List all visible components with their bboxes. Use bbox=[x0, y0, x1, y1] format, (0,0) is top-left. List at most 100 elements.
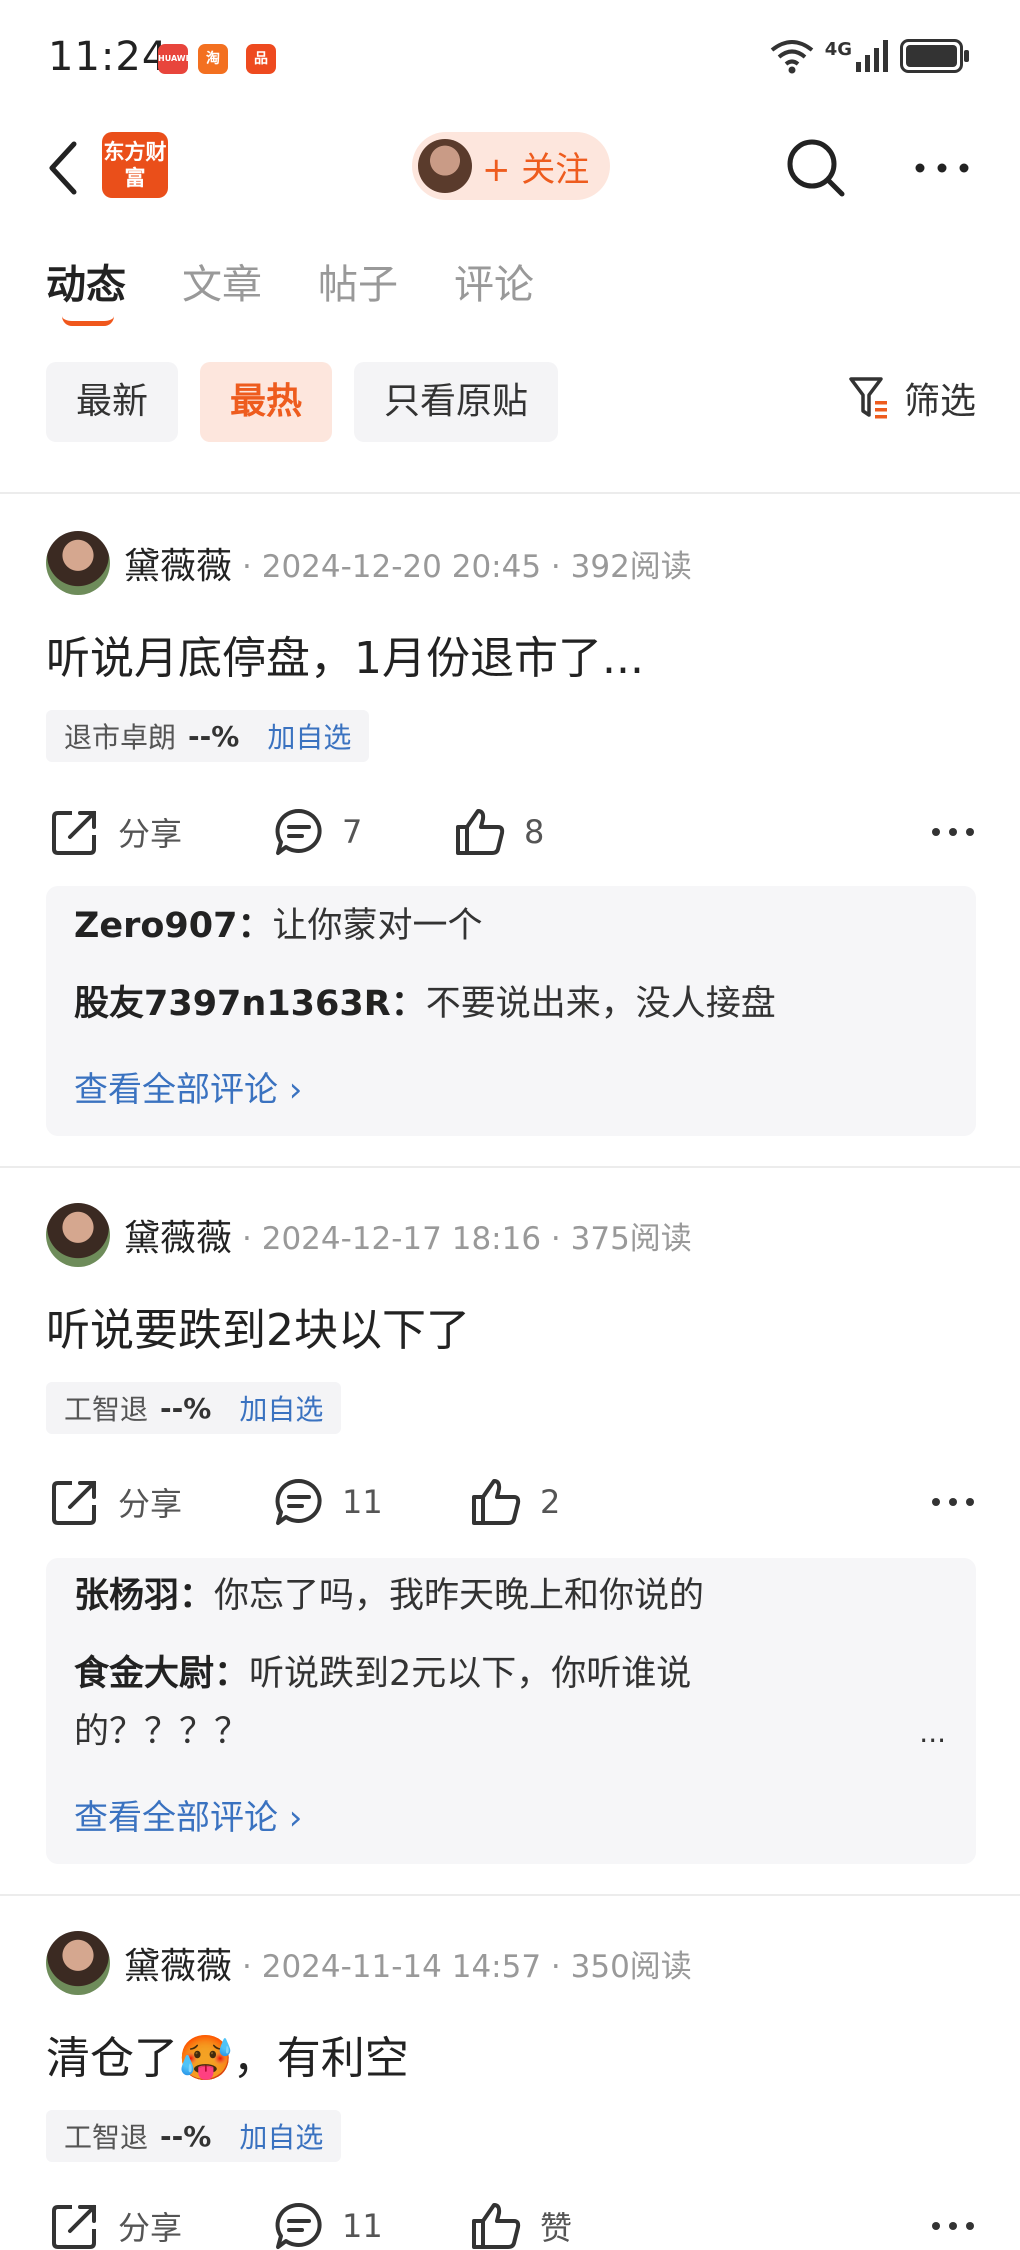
share-icon bbox=[52, 811, 96, 855]
tab-posts[interactable]: 帖子 bbox=[318, 252, 398, 310]
post-meta: · 2024-11-14 14:57 · 350阅读 bbox=[242, 1948, 692, 1985]
comment-line: Zero907：让你蒙对一个 bbox=[74, 906, 483, 946]
share-label: 分享 bbox=[118, 2209, 183, 2247]
filter-button[interactable]: 筛选 bbox=[848, 372, 976, 424]
pinduoduo-app-icon: 品 bbox=[246, 44, 276, 74]
back-arrow-icon[interactable] bbox=[44, 138, 84, 198]
share-button[interactable]: 分享 bbox=[50, 802, 182, 862]
comment-icon bbox=[275, 808, 322, 855]
post-more-icon[interactable] bbox=[930, 812, 976, 852]
comment-line: 张杨羽：你忘了吗，我昨天晚上和你说的 bbox=[74, 1576, 705, 1616]
comment-line: 股友7397n1363R：不要说出来，没人接盘 bbox=[74, 984, 776, 1024]
tab-comments[interactable]: 评论 bbox=[454, 252, 534, 310]
stock-change: --% bbox=[160, 2119, 212, 2153]
eastmoney-logo: 东方财富 bbox=[102, 132, 168, 198]
post-more-icon[interactable] bbox=[930, 2206, 976, 2246]
stock-tag[interactable]: 工智退 --% 加自选 bbox=[46, 1382, 342, 1434]
signal-icon bbox=[856, 40, 888, 72]
share-label: 分享 bbox=[118, 815, 183, 853]
author-avatar[interactable] bbox=[46, 1203, 110, 1267]
share-button[interactable]: 分享 bbox=[50, 2196, 182, 2250]
post-text[interactable]: 听说要跌到2块以下了 bbox=[46, 1294, 470, 1358]
post-more-icon[interactable] bbox=[930, 1482, 976, 1522]
post-meta: · 2024-12-20 20:45 · 392阅读 bbox=[242, 548, 692, 585]
comment-button[interactable]: 7 bbox=[274, 802, 362, 862]
comment-icon bbox=[275, 1478, 322, 1525]
network-type-label: 4G bbox=[824, 38, 852, 60]
comment-button[interactable]: 11 bbox=[274, 1472, 383, 1532]
post-meta: · 2024-12-17 18:16 · 375阅读 bbox=[242, 1220, 692, 1257]
status-time: 11:24 bbox=[48, 34, 169, 80]
comment-line: 食金大尉：听说跌到2元以下，你听谁说 bbox=[74, 1654, 692, 1694]
stock-name: 退市卓朗 bbox=[64, 721, 177, 754]
add-watchlist-button[interactable]: 加自选 bbox=[267, 716, 351, 756]
post-card[interactable]: 黛薇薇 · 2024-12-20 20:45 · 392阅读 听说月底停盘，1月… bbox=[0, 530, 1020, 1170]
post-card[interactable]: 黛薇薇 · 2024-11-14 14:57 · 350阅读 清仓了🥵，有利空 … bbox=[0, 1930, 1020, 2250]
author-avatar[interactable] bbox=[46, 531, 110, 595]
like-button[interactable]: 8 bbox=[454, 802, 544, 862]
stock-tag[interactable]: 工智退 --% 加自选 bbox=[46, 2110, 342, 2162]
user-avatar bbox=[418, 139, 472, 193]
like-count: 2 bbox=[540, 1483, 561, 1521]
stock-tag[interactable]: 退市卓朗 --% 加自选 bbox=[46, 710, 370, 762]
section-divider bbox=[0, 1894, 1020, 1896]
comment-count: 7 bbox=[342, 813, 363, 851]
post-actions: 分享 11 2 bbox=[46, 1472, 976, 1532]
follow-label: + 关注 bbox=[482, 149, 590, 190]
comment-button[interactable]: 11 bbox=[274, 2196, 383, 2250]
stock-change: --% bbox=[160, 1391, 212, 1425]
stock-name: 工智退 bbox=[64, 2121, 149, 2154]
sort-filters: 最新 最热 只看原贴 bbox=[46, 362, 559, 442]
thumbs-up-icon bbox=[456, 809, 505, 855]
comment-count: 11 bbox=[342, 1483, 383, 1521]
thumbs-up-icon bbox=[472, 1479, 521, 1525]
search-icon[interactable] bbox=[784, 136, 848, 200]
like-count: 8 bbox=[524, 813, 545, 851]
active-tab-indicator bbox=[62, 316, 114, 326]
section-divider bbox=[0, 492, 1020, 494]
share-button[interactable]: 分享 bbox=[50, 1472, 182, 1532]
view-all-comments-link[interactable]: 查看全部评论 › bbox=[74, 1790, 302, 1839]
filter-latest[interactable]: 最新 bbox=[46, 362, 179, 442]
comment-count: 11 bbox=[342, 2207, 383, 2245]
filter-label: 筛选 bbox=[903, 381, 976, 422]
like-button[interactable]: 2 bbox=[470, 1472, 560, 1532]
taobao-app-icon: 淘 bbox=[198, 44, 228, 74]
content-tabs: 动态 文章 帖子 评论 bbox=[46, 252, 534, 326]
wifi-icon bbox=[770, 40, 813, 74]
author-name[interactable]: 黛薇薇 bbox=[124, 1937, 232, 1989]
share-icon bbox=[52, 2205, 96, 2249]
post-text[interactable]: 听说月底停盘，1月份退市了... bbox=[46, 622, 644, 686]
comment-icon bbox=[275, 2202, 322, 2249]
like-button[interactable]: 赞 bbox=[470, 2196, 572, 2250]
view-all-comments-link[interactable]: 查看全部评论 › bbox=[74, 1062, 302, 1111]
share-icon bbox=[52, 1481, 96, 1525]
follow-button[interactable]: + 关注 bbox=[412, 132, 610, 200]
comment-line: 的？？？？ bbox=[74, 1712, 250, 1752]
stock-name: 工智退 bbox=[64, 1393, 149, 1426]
post-text[interactable]: 清仓了🥵，有利空 bbox=[46, 2022, 409, 2086]
filter-icon bbox=[849, 377, 887, 419]
add-watchlist-button[interactable]: 加自选 bbox=[239, 2116, 323, 2156]
post-actions: 分享 11 赞 bbox=[46, 2196, 976, 2250]
stock-change: --% bbox=[188, 719, 240, 753]
thumbs-up-icon bbox=[472, 2203, 521, 2249]
add-watchlist-button[interactable]: 加自选 bbox=[239, 1388, 323, 1428]
huawei-app-icon: HUAWEI bbox=[158, 44, 194, 74]
author-avatar[interactable] bbox=[46, 1931, 110, 1995]
share-label: 分享 bbox=[118, 1485, 183, 1523]
status-bar: 11:24 HUAWEI 淘 品 4G bbox=[0, 0, 1020, 118]
author-name[interactable]: 黛薇薇 bbox=[124, 537, 232, 589]
author-name[interactable]: 黛薇薇 bbox=[124, 1209, 232, 1261]
filter-original-only[interactable]: 只看原贴 bbox=[354, 362, 559, 442]
more-options-icon[interactable] bbox=[912, 148, 972, 188]
post-actions: 分享 7 8 bbox=[46, 802, 976, 862]
filter-hottest[interactable]: 最热 bbox=[200, 362, 333, 442]
post-card[interactable]: 黛薇薇 · 2024-12-17 18:16 · 375阅读 听说要跌到2块以下… bbox=[0, 1202, 1020, 1864]
comment-preview[interactable]: Zero907：让你蒙对一个 股友7397n1363R：不要说出来，没人接盘 查… bbox=[46, 886, 976, 1136]
comment-ellipsis: ... bbox=[919, 1716, 946, 1749]
comment-preview[interactable]: 张杨羽：你忘了吗，我昨天晚上和你说的 食金大尉：听说跌到2元以下，你听谁说 的？… bbox=[46, 1558, 976, 1864]
tab-articles[interactable]: 文章 bbox=[182, 252, 262, 310]
tab-dynamics[interactable]: 动态 bbox=[46, 252, 126, 326]
section-divider bbox=[0, 1166, 1020, 1168]
